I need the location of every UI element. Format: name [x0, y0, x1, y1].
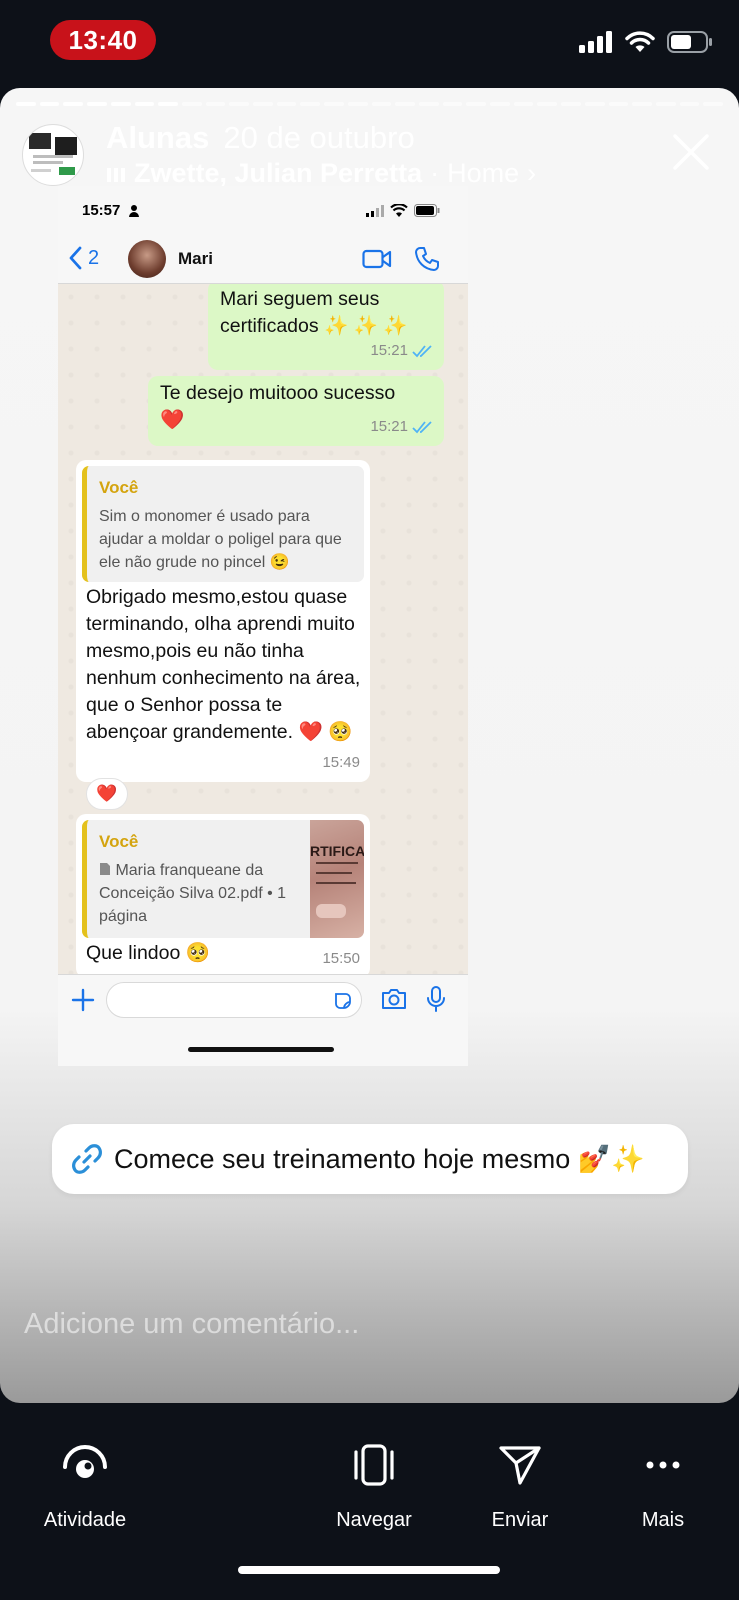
quote-document-name: Maria franqueane da Conceição Silva 02.p…: [99, 862, 287, 925]
close-icon[interactable]: [669, 130, 713, 174]
browse-label: Navegar: [336, 1509, 412, 1531]
activity-icon: [63, 1445, 107, 1478]
link-sticker[interactable]: Comece seu treinamento hoje mesmo 💅✨: [52, 1124, 688, 1194]
wa-home-indicator: [188, 1047, 334, 1052]
thumbnail-text: RTIFICA: [310, 843, 364, 859]
battery-icon: [667, 31, 712, 53]
wa-signal-icon: [366, 205, 384, 217]
wa-wifi-icon: [390, 204, 408, 217]
browse-button[interactable]: Navegar: [304, 1437, 444, 1532]
message-outgoing[interactable]: Te desejo muitooo sucesso ❤️ 15:21: [148, 376, 444, 446]
status-time: 13:40: [50, 20, 156, 60]
wa-input-bar: [58, 974, 468, 1066]
chevron-right-icon: ›: [527, 158, 537, 188]
whatsapp-screenshot: 15:57 2 Mari Mari seguem seus certificad…: [58, 186, 468, 1066]
quote-author: Você: [99, 832, 139, 851]
microphone-icon[interactable]: [426, 985, 446, 1013]
wa-person-icon: [129, 205, 139, 217]
quoted-document[interactable]: Você Maria franqueane da Conceição Silva…: [82, 820, 364, 938]
wifi-icon: [625, 31, 655, 52]
wa-chat-header: 2 Mari: [58, 234, 468, 284]
link-icon: [72, 1144, 102, 1174]
browse-icon: [354, 1444, 394, 1486]
signal-icon: [579, 31, 612, 53]
message-time: 15:49: [322, 754, 360, 771]
double-check-icon: [412, 420, 432, 433]
wa-chat-area: Mari seguem seus certificados ✨ ✨ ✨ 15:2…: [58, 284, 468, 974]
bottom-action-bar: Atividade Navegar Enviar Mais: [0, 1403, 739, 1600]
wa-contact-avatar[interactable]: [128, 240, 166, 278]
status-bar: 13:40: [0, 0, 739, 88]
wa-contact-name[interactable]: Mari: [178, 249, 213, 269]
comment-input[interactable]: Adicione um comentário...: [24, 1308, 359, 1341]
send-label: Enviar: [491, 1509, 549, 1531]
message-time: 15:21: [370, 342, 408, 359]
more-icon: [646, 1461, 680, 1469]
wa-unread-count: 2: [88, 246, 100, 269]
quoted-message[interactable]: Você Sim o monomer é usado para ajudar a…: [82, 466, 364, 582]
message-meta: 15:21: [370, 337, 434, 364]
wa-message-input[interactable]: [106, 982, 362, 1018]
message-text: Te desejo muitooo sucesso: [160, 382, 396, 404]
video-call-icon[interactable]: [362, 248, 392, 270]
document-icon: [100, 863, 110, 875]
heart-emoji: ❤️: [160, 409, 185, 431]
wa-status-bar: 15:57: [58, 186, 468, 234]
message-text: Mari seguem seus certificados ✨ ✨ ✨: [220, 288, 408, 337]
document-thumbnail: RTIFICA: [310, 820, 364, 938]
status-icons: [579, 30, 713, 54]
reaction-emoji: ❤️: [96, 784, 118, 803]
chevron-left-icon: [69, 246, 82, 270]
more-label: Mais: [641, 1509, 685, 1531]
story-avatar[interactable]: [22, 124, 84, 186]
camera-icon[interactable]: [380, 987, 408, 1011]
home-indicator: [238, 1566, 500, 1574]
message-meta: 15:21: [370, 413, 434, 440]
story-card[interactable]: Alunas 20 de outubro Zwette, Julian Perre…: [0, 88, 739, 1403]
wa-back-button[interactable]: 2: [68, 246, 99, 270]
plus-icon[interactable]: [70, 987, 96, 1013]
message-incoming[interactable]: Você Sim o monomer é usado para ajudar a…: [76, 460, 370, 782]
double-check-icon: [412, 344, 432, 357]
story-header: Alunas 20 de outubro Zwette, Julian Perre…: [22, 120, 717, 190]
activity-label: Atividade: [43, 1509, 127, 1531]
send-button[interactable]: Enviar: [450, 1437, 590, 1532]
message-meta: 15:50: [322, 945, 360, 972]
send-icon: [499, 1446, 541, 1485]
more-button[interactable]: Mais: [593, 1437, 733, 1532]
activity-button[interactable]: Atividade: [15, 1437, 155, 1532]
wa-status-time: 15:57: [82, 202, 121, 219]
story-progress: [16, 102, 724, 106]
message-meta: 15:49: [322, 749, 360, 776]
phone-icon[interactable]: [414, 246, 440, 272]
message-text: Obrigado mesmo,estou quase terminando, o…: [86, 586, 361, 743]
message-time: 15:21: [370, 418, 408, 435]
story-title-text: Alunas: [106, 120, 210, 155]
music-artist: Zwette, Julian Perretta: [134, 158, 423, 188]
sticker-icon[interactable]: [333, 991, 353, 1011]
story-date: 20 de outubro: [223, 120, 415, 155]
quote-text: Sim o monomer é usado para ajudar a mold…: [99, 508, 342, 571]
music-bars-icon: [107, 167, 125, 182]
message-outgoing[interactable]: Mari seguem seus certificados ✨ ✨ ✨ 15:2…: [208, 284, 444, 370]
story-music[interactable]: Zwette, Julian Perretta · Home ›: [106, 158, 536, 189]
message-text: Que lindoo 🥺: [86, 942, 211, 964]
home-link-separator: ·: [430, 158, 440, 188]
link-sticker-text: Comece seu treinamento hoje mesmo 💅✨: [114, 1144, 645, 1174]
wa-battery-icon: [414, 204, 440, 217]
message-incoming[interactable]: Você Maria franqueane da Conceição Silva…: [76, 814, 370, 974]
message-time: 15:50: [322, 950, 360, 967]
message-reaction[interactable]: ❤️: [86, 778, 128, 810]
home-link[interactable]: Home: [447, 158, 519, 189]
quote-author: Você: [99, 478, 139, 497]
story-title[interactable]: Alunas 20 de outubro: [106, 120, 415, 156]
story-viewer: 13:40 Alunas 20 de outubro Zwette, Julia…: [0, 0, 739, 1600]
